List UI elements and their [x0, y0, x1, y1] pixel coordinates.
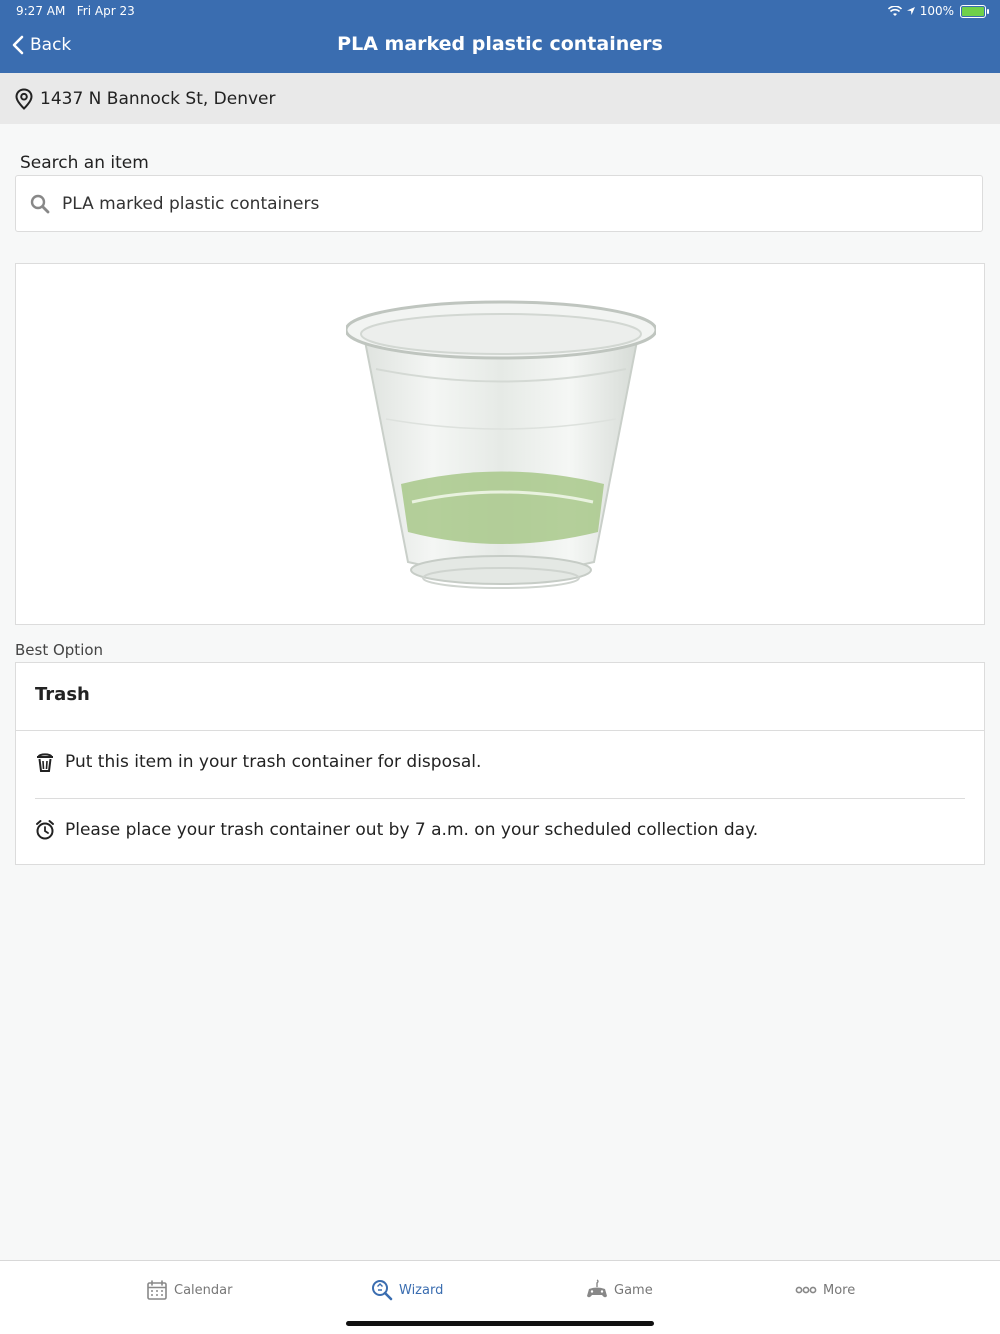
top-bar: 9:27 AM Fri Apr 23 100% Back PLA marked …: [0, 0, 1000, 73]
location-arrow-icon: [906, 7, 915, 15]
divider: [16, 730, 984, 731]
item-image-card: [15, 263, 985, 625]
address-text: 1437 N Bannock St, Denver: [40, 88, 276, 109]
search-input[interactable]: [60, 192, 944, 215]
instruction-row: Please place your trash container out by…: [35, 819, 758, 841]
best-option-card: Trash Put this item in your trash contai…: [15, 662, 985, 865]
tab-wizard[interactable]: Wizard: [371, 1279, 443, 1301]
divider: [35, 798, 965, 799]
tab-label: Game: [614, 1282, 653, 1298]
cup-image: [346, 300, 656, 589]
tab-more[interactable]: More: [795, 1279, 855, 1301]
status-indicators: 100%: [887, 4, 989, 18]
calendar-icon: [147, 1280, 167, 1300]
option-title: Trash: [35, 684, 90, 705]
trash-can-icon: [37, 753, 53, 772]
instruction-row: Put this item in your trash container fo…: [35, 751, 481, 773]
alarm-clock-icon: [36, 820, 54, 840]
wizard-search-icon: [372, 1280, 393, 1301]
game-controller-icon: [587, 1279, 607, 1298]
tab-game[interactable]: Game: [586, 1279, 653, 1301]
more-dots-icon: [795, 1286, 817, 1294]
wifi-icon: [887, 5, 902, 16]
address-bar[interactable]: 1437 N Bannock St, Denver: [0, 73, 1000, 124]
tab-calendar[interactable]: Calendar: [146, 1279, 232, 1301]
search-label: Search an item: [20, 153, 149, 173]
instruction-text: Please place your trash container out by…: [65, 820, 759, 840]
search-box[interactable]: [15, 175, 983, 232]
battery-icon: [960, 4, 989, 18]
status-clock: 9:27 AM: [16, 4, 66, 18]
status-time: 9:27 AM Fri Apr 23: [16, 4, 135, 18]
instruction-text: Put this item in your trash container fo…: [65, 752, 482, 772]
status-date: Fri Apr 23: [76, 4, 135, 18]
tab-label: Calendar: [174, 1282, 233, 1298]
best-option-label: Best Option: [15, 641, 104, 659]
search-icon: [30, 194, 50, 213]
tab-label: More: [823, 1282, 856, 1298]
location-pin-icon: [15, 87, 33, 110]
page-title: PLA marked plastic containers: [337, 33, 663, 55]
home-indicator[interactable]: [346, 1321, 654, 1326]
battery-percent: 100%: [919, 4, 954, 18]
tab-label: Wizard: [399, 1282, 444, 1298]
